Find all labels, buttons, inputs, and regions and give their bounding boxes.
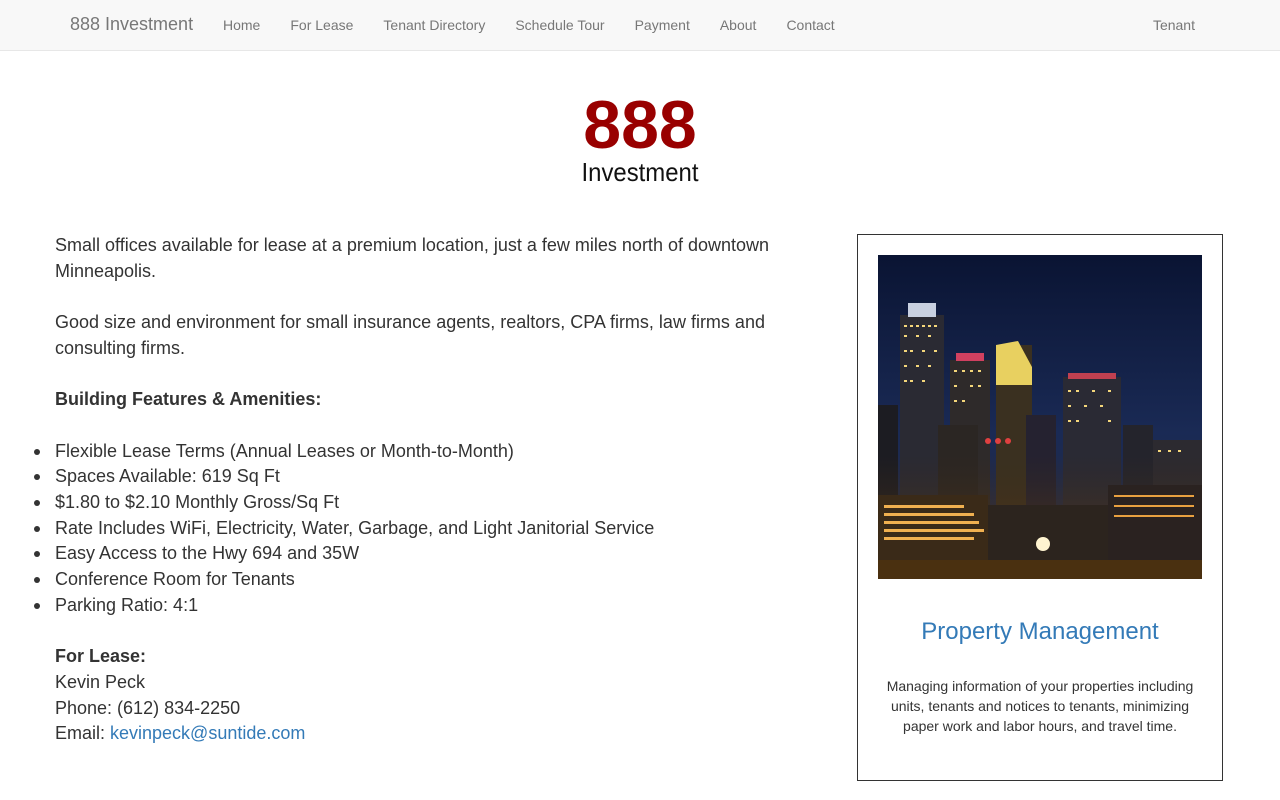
list-item: Flexible Lease Terms (Annual Leases or M… bbox=[34, 439, 795, 465]
bullet-icon bbox=[34, 474, 40, 481]
bullet-icon bbox=[34, 448, 40, 455]
nav-payment[interactable]: Payment bbox=[620, 0, 705, 50]
property-management-description: Managing information of your properties … bbox=[886, 678, 1194, 734]
nav-about[interactable]: About bbox=[705, 0, 772, 50]
features-heading: Building Features & Amenities: bbox=[55, 389, 322, 410]
list-item: Spaces Available: 619 Sq Ft bbox=[34, 464, 795, 490]
bullet-icon bbox=[34, 525, 40, 532]
intro-paragraph-1: Small offices available for lease at a p… bbox=[55, 235, 770, 281]
features-list: Flexible Lease Terms (Annual Leases or M… bbox=[34, 439, 795, 619]
company-logo: 888 Investment bbox=[540, 90, 740, 186]
bullet-icon bbox=[34, 551, 40, 558]
main-content: Small offices available for lease at a p… bbox=[34, 233, 795, 747]
nav-contact[interactable]: Contact bbox=[771, 0, 849, 50]
email-link[interactable]: kevinpeck@suntide.com bbox=[110, 723, 305, 743]
lease-contact-name: Kevin Peck bbox=[55, 671, 146, 692]
nav-for-lease[interactable]: For Lease bbox=[275, 0, 368, 50]
bullet-icon bbox=[34, 577, 40, 584]
nav-tenant[interactable]: Tenant bbox=[1153, 0, 1210, 50]
logo-number: 888 bbox=[583, 87, 697, 163]
nav-right: Tenant bbox=[1153, 0, 1210, 50]
bullet-icon bbox=[34, 499, 40, 506]
intro-paragraph-2: Good size and environment for small insu… bbox=[55, 312, 765, 358]
list-item: Easy Access to the Hwy 694 and 35W bbox=[34, 541, 795, 567]
top-navbar: 888 Investment Home For Lease Tenant Dir… bbox=[0, 0, 1280, 51]
list-item: Conference Room for Tenants bbox=[34, 567, 795, 593]
logo-word: Investment bbox=[581, 157, 699, 187]
lease-email-line: Email: kevinpeck@suntide.com bbox=[55, 721, 795, 747]
email-label: Email: bbox=[55, 723, 111, 744]
property-management-card: Property Management Managing information… bbox=[857, 234, 1223, 781]
list-item: Rate Includes WiFi, Electricity, Water, … bbox=[34, 516, 795, 542]
nav-schedule-tour[interactable]: Schedule Tour bbox=[500, 0, 619, 50]
property-management-link[interactable]: Property Management bbox=[858, 618, 1222, 646]
bullet-icon bbox=[34, 602, 40, 609]
list-item: $1.80 to $2.10 Monthly Gross/Sq Ft bbox=[34, 490, 795, 516]
nav-home[interactable]: Home bbox=[208, 0, 275, 50]
lease-phone: Phone: (612) 834-2250 bbox=[55, 697, 241, 718]
nav-tenant-directory[interactable]: Tenant Directory bbox=[368, 0, 500, 50]
lease-heading: For Lease: bbox=[55, 646, 147, 667]
list-item: Parking Ratio: 4:1 bbox=[34, 593, 795, 619]
brand-link[interactable]: 888 Investment bbox=[70, 14, 193, 35]
nav-links: Home For Lease Tenant Directory Schedule… bbox=[208, 0, 850, 50]
city-skyline-image bbox=[878, 255, 1202, 579]
